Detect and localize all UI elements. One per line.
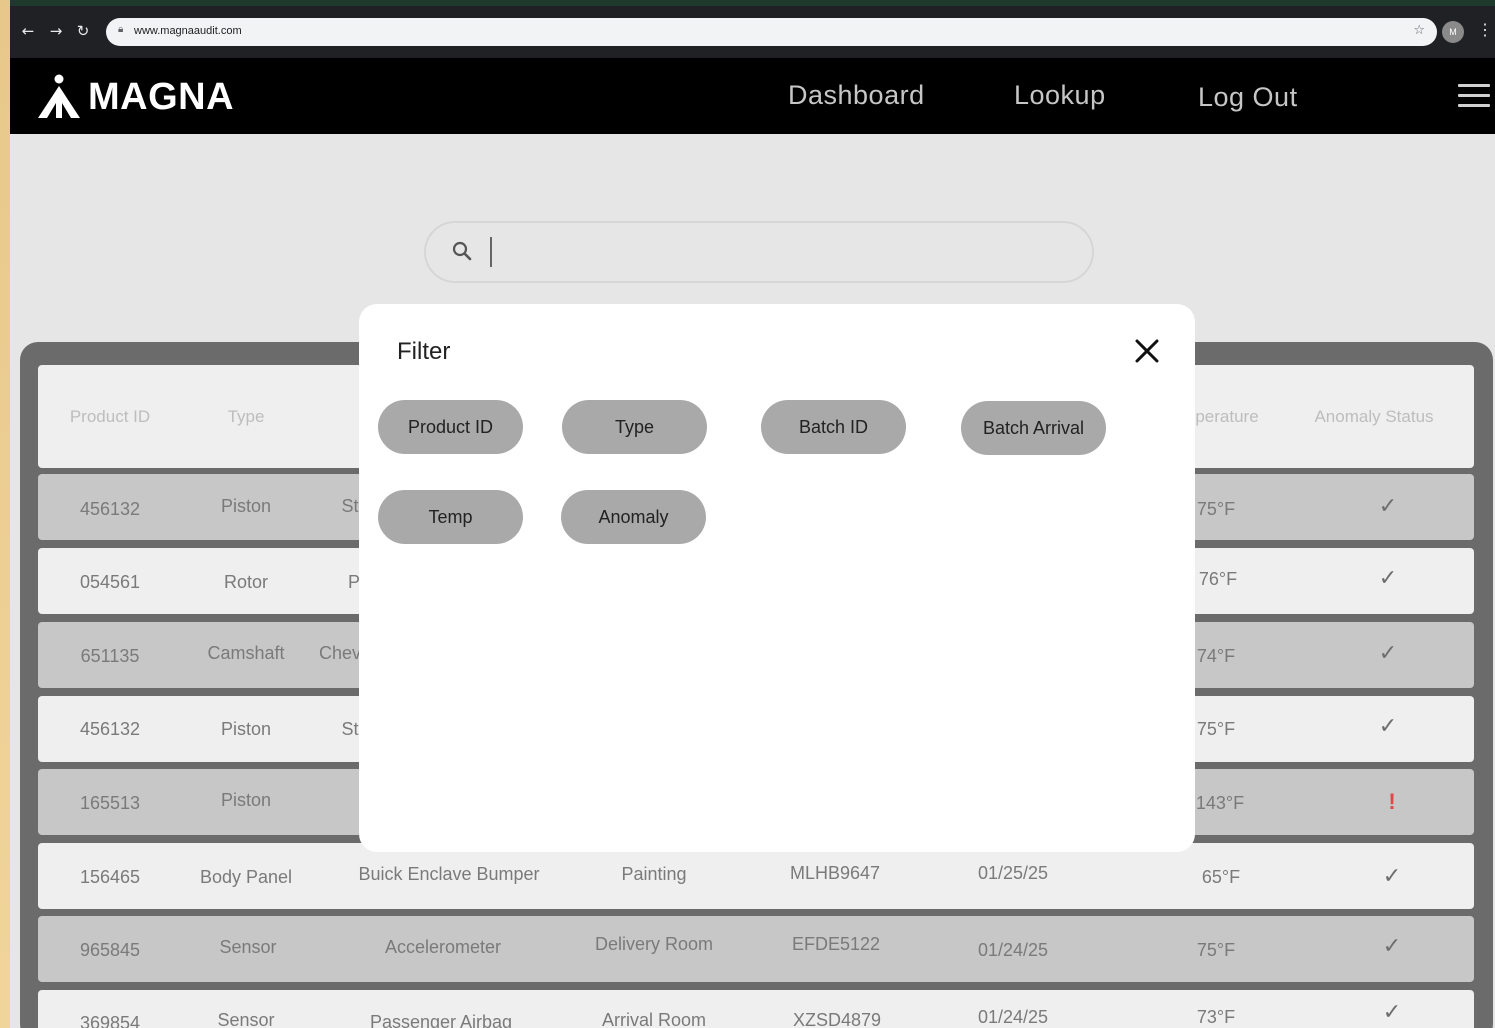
check-icon: ✓ — [1378, 494, 1398, 519]
magna-logo[interactable]: MAGNA — [34, 74, 234, 120]
cell-type: Piston — [220, 790, 272, 810]
header-temperature[interactable]: perature — [1195, 407, 1258, 427]
cell-name: St — [341, 496, 359, 516]
nav-lookup[interactable]: Lookup — [1014, 80, 1106, 111]
cell-product-id: 054561 — [79, 572, 141, 592]
cell-name: St — [341, 719, 359, 739]
cell-temp: 75°F — [1196, 499, 1236, 519]
cell-product-id: 456132 — [79, 499, 141, 519]
desktop-edge — [0, 0, 10, 1028]
url-text: www.magnaaudit.com — [134, 25, 242, 37]
cell-location: Painting — [621, 864, 687, 884]
alert-icon: ! — [1388, 789, 1396, 814]
cell-temp: 75°F — [1196, 940, 1236, 960]
filter-chip-batch-arrival[interactable]: Batch Arrival — [961, 401, 1106, 455]
browser-menu-icon[interactable]: ⋮ — [1477, 20, 1493, 40]
search-icon — [452, 241, 472, 261]
cell-location: Arrival Room — [601, 1010, 707, 1028]
close-icon[interactable] — [1133, 337, 1161, 365]
magna-logo-icon — [38, 74, 80, 118]
cell-name: Accelerometer — [384, 937, 502, 957]
cell-batch-id: EFDE5122 — [791, 934, 881, 954]
cell-product-id: 369854 — [79, 1013, 141, 1028]
cell-type: Body Panel — [199, 867, 293, 887]
cell-name: Buick Enclave Bumper — [358, 864, 540, 884]
filter-modal: Filter Product ID Type Batch ID Batch Ar… — [359, 304, 1195, 852]
cell-product-id: 965845 — [79, 940, 141, 960]
filter-chip-batch-id[interactable]: Batch ID — [761, 400, 906, 454]
cell-batch-id: MLHB9647 — [789, 863, 881, 883]
table-row[interactable]: 369854 Sensor Passenger Airbag Arrival R… — [38, 990, 1474, 1028]
filter-modal-title: Filter — [397, 338, 451, 365]
cell-location: Delivery Room — [594, 934, 714, 954]
check-icon: ✓ — [1382, 1000, 1402, 1025]
header-type[interactable]: Type — [228, 407, 265, 427]
cell-product-id: 156465 — [79, 867, 141, 887]
cell-type: Rotor — [223, 572, 269, 592]
cell-temp: 73°F — [1196, 1007, 1236, 1027]
app-header: MAGNA Dashboard Lookup Log Out — [10, 58, 1495, 134]
cell-temp: 76°F — [1198, 569, 1238, 589]
logo-text: MAGNA — [88, 75, 235, 118]
check-icon: ✓ — [1382, 934, 1402, 959]
table-row[interactable]: 965845 Sensor Accelerometer Delivery Roo… — [38, 916, 1474, 982]
header-anomaly-status[interactable]: Anomaly Status — [1314, 407, 1433, 427]
profile-avatar[interactable]: M — [1442, 21, 1464, 43]
filter-chip-type[interactable]: Type — [562, 400, 707, 454]
nav-dashboard[interactable]: Dashboard — [788, 80, 925, 111]
cell-date: 01/24/25 — [977, 1007, 1049, 1027]
hamburger-menu-icon[interactable] — [1458, 84, 1490, 110]
check-icon: ✓ — [1378, 566, 1398, 591]
cell-name: Passenger Airbag — [369, 1012, 513, 1028]
browser-toolbar: ← → ↻ 🔒︎ www.magnaaudit.com ☆ M ⋮ — [10, 6, 1495, 58]
filter-chip-temp[interactable]: Temp — [378, 490, 523, 544]
filter-chip-anomaly[interactable]: Anomaly — [561, 490, 706, 544]
text-cursor — [490, 237, 492, 267]
cell-temp: 143°F — [1195, 793, 1245, 813]
check-icon: ✓ — [1378, 714, 1398, 739]
filter-chip-product-id[interactable]: Product ID — [378, 400, 523, 454]
cell-type: Piston — [220, 719, 272, 739]
cell-type: Camshaft — [207, 643, 285, 663]
cell-temp: 65°F — [1201, 867, 1241, 887]
cell-product-id: 651135 — [80, 646, 140, 666]
cell-type: Piston — [220, 496, 272, 516]
cell-date: 01/24/25 — [977, 940, 1049, 960]
reload-icon[interactable]: ↻ — [73, 20, 93, 42]
check-icon: ✓ — [1378, 641, 1398, 666]
cell-product-id: 165513 — [79, 793, 141, 813]
check-icon: ✓ — [1382, 864, 1402, 889]
cell-name: Chev — [318, 643, 362, 663]
cell-temp: 75°F — [1196, 719, 1236, 739]
back-arrow-icon[interactable]: ← — [18, 20, 38, 42]
cell-type: Sensor — [217, 1010, 275, 1028]
header-product-id[interactable]: Product ID — [70, 407, 150, 427]
nav-log-out[interactable]: Log Out — [1198, 82, 1298, 113]
cell-date: 01/25/25 — [977, 863, 1049, 883]
search-input[interactable] — [424, 221, 1094, 283]
cell-batch-id: XZSD4879 — [792, 1010, 882, 1028]
address-bar[interactable]: 🔒︎ www.magnaaudit.com ☆ — [106, 18, 1437, 46]
table-row[interactable]: 156465 Body Panel Buick Enclave Bumper P… — [38, 843, 1474, 909]
cell-type: Sensor — [219, 937, 277, 957]
cell-temp: 74°F — [1196, 646, 1236, 666]
forward-arrow-icon[interactable]: → — [46, 20, 66, 42]
bookmark-star-icon[interactable]: ☆ — [1413, 23, 1425, 38]
lock-icon: 🔒︎ — [118, 24, 124, 35]
cell-product-id: 456132 — [79, 719, 141, 739]
